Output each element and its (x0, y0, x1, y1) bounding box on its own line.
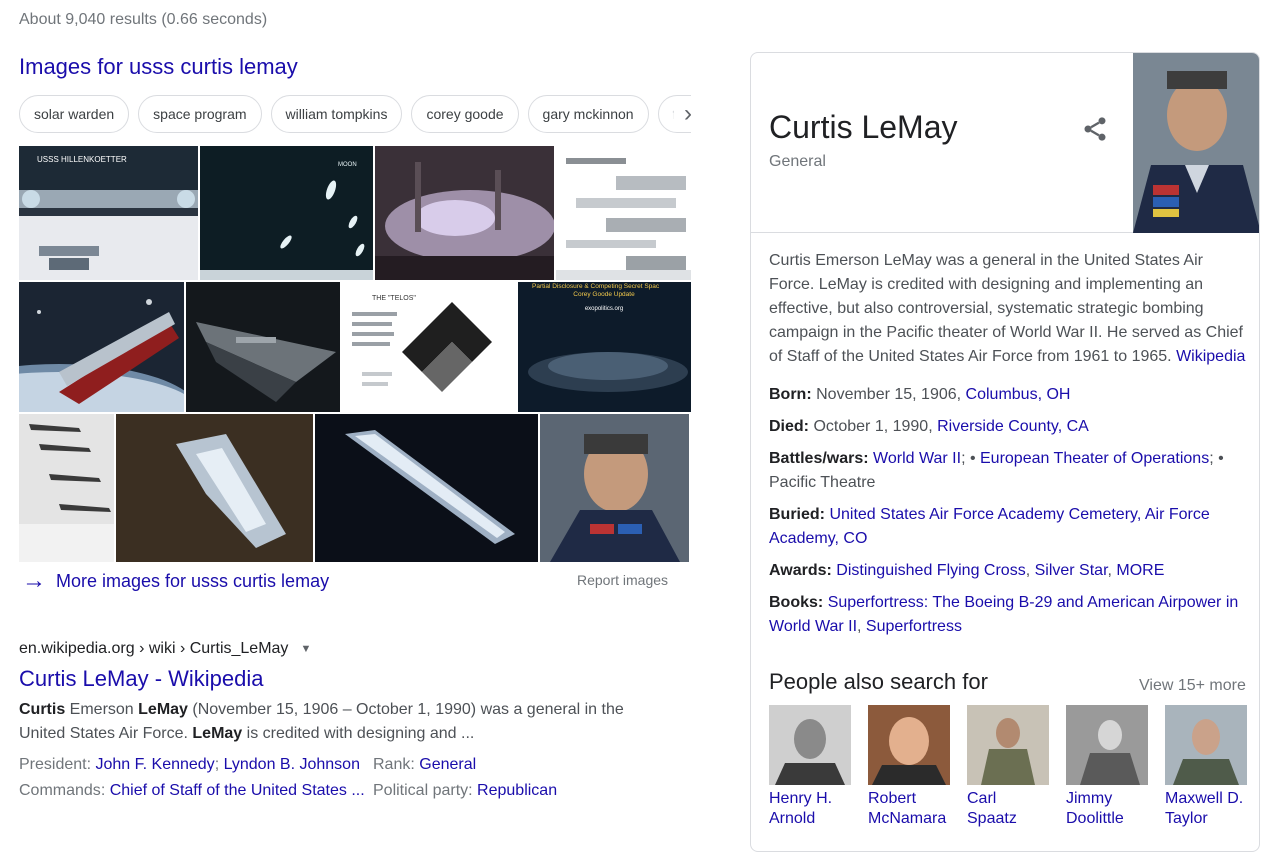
link-european-theater[interactable]: European Theater of Operations (980, 450, 1209, 467)
result-title-link[interactable]: Curtis LeMay - Wikipedia (19, 666, 264, 692)
tile-caption: MOON (338, 162, 357, 168)
link-awards-more[interactable]: MORE (1116, 562, 1164, 579)
fact-born: Born: November 15, 1906, Columbus, OH (769, 386, 1071, 403)
person-name: Robert McNamara (868, 790, 947, 827)
result-facts: President: John F. Kennedy; Lyndon B. Jo… (19, 752, 557, 804)
link-riverside-county-ca[interactable]: Riverside County, CA (937, 418, 1089, 435)
tile-caption: USSS HILLENKOETTER (37, 155, 127, 164)
caret-down-icon[interactable]: ▼ (300, 643, 311, 655)
result-cite-text: en.wikipedia.org › wiki › Curtis_LeMay (19, 640, 289, 657)
fact-president: President: John F. Kennedy; Lyndon B. Jo… (19, 756, 360, 773)
fact-battles-wars: Battles/wars: World War II; • European T… (769, 450, 1224, 491)
image-filter-chips: solar warden space program william tompk… (19, 94, 691, 134)
image-thumbnail[interactable]: MOON (200, 146, 373, 280)
knowledge-panel: Curtis LeMay General Curtis Emerson LeMa… (750, 52, 1260, 852)
image-thumbnail[interactable] (19, 282, 184, 412)
people-also-search-list: Henry H. Arnold Robert McNamara Carl Spa… (769, 705, 1247, 829)
fact-died: Died: October 1, 1990, Riverside County,… (769, 418, 1089, 435)
more-images-link[interactable]: → More images for usss curtis lemay (22, 569, 329, 593)
fact-rank: Rank: General (373, 756, 477, 773)
tile-caption: Partial Disclosure & Competing Secret Sp… (532, 283, 660, 290)
results-stats: About 9,040 results (0.66 seconds) (19, 11, 268, 28)
person-name: Maxwell D. Taylor (1165, 790, 1244, 827)
fact-buried: Buried: United States Air Force Academy … (769, 506, 1210, 547)
image-thumbnail[interactable]: THE "TELOS" (342, 282, 516, 412)
knowledge-panel-facts: Born: November 15, 1906, Columbus, OH Di… (769, 383, 1249, 647)
chip-space-program[interactable]: space program (138, 95, 262, 133)
person-photo (967, 705, 1049, 785)
link-usafa-cemetery[interactable]: United States Air Force Academy Cemetery… (769, 506, 1210, 547)
link-book-superfortress[interactable]: Superfortress (866, 618, 962, 635)
view-more-link[interactable]: View 15+ more (1139, 677, 1246, 695)
knowledge-panel-description: Curtis Emerson LeMay was a general in th… (769, 252, 1246, 365)
link-republican[interactable]: Republican (477, 782, 557, 799)
fact-political-party: Political party: Republican (373, 782, 558, 799)
image-thumbnail[interactable]: USSS HILLENKOETTER (19, 146, 198, 280)
image-thumbnail[interactable] (540, 414, 689, 562)
person-card-carl-spaatz[interactable]: Carl Spaatz (967, 705, 1049, 829)
report-images-link[interactable]: Report images (577, 572, 668, 588)
fact-awards: Awards: Distinguished Flying Cross, Silv… (769, 562, 1165, 579)
link-lyndon-b-johnson[interactable]: Lyndon B. Johnson (224, 756, 360, 773)
person-card-henry-arnold[interactable]: Henry H. Arnold (769, 705, 851, 829)
image-thumbnail[interactable] (315, 414, 538, 562)
people-also-search-heading: People also search for (769, 669, 988, 694)
wikipedia-link[interactable]: Wikipedia (1176, 348, 1245, 365)
person-card-maxwell-taylor[interactable]: Maxwell D. Taylor (1165, 705, 1247, 829)
image-thumbnail[interactable] (556, 146, 691, 280)
person-card-robert-mcnamara[interactable]: Robert McNamara (868, 705, 950, 829)
tile-caption: Corey Goode Update (573, 291, 635, 298)
person-name: Jimmy Doolittle (1066, 790, 1124, 827)
image-thumbnail[interactable] (186, 282, 340, 412)
link-book-superfortress-boeing[interactable]: Superfortress: The Boeing B-29 and Ameri… (769, 594, 1238, 635)
chevron-right-icon[interactable]: › (674, 100, 702, 128)
person-card-jimmy-doolittle[interactable]: Jimmy Doolittle (1066, 705, 1148, 829)
person-photo (868, 705, 950, 785)
link-distinguished-flying-cross[interactable]: Distinguished Flying Cross (836, 562, 1025, 579)
share-icon[interactable] (1081, 115, 1109, 143)
result-cite: en.wikipedia.org › wiki › Curtis_LeMay ▼ (19, 640, 311, 658)
person-photo (769, 705, 851, 785)
knowledge-panel-title: Curtis LeMay (769, 109, 958, 145)
person-photo (1165, 705, 1247, 785)
person-name: Carl Spaatz (967, 790, 1017, 827)
chip-gary-mckinnon[interactable]: gary mckinnon (527, 95, 649, 133)
link-commands[interactable]: Chief of Staff of the United States ... (110, 782, 365, 799)
person-name: Henry H. Arnold (769, 790, 833, 827)
link-columbus-oh[interactable]: Columbus, OH (966, 386, 1071, 403)
result-snippet: Curtis Emerson LeMay (November 15, 1906 … (19, 701, 624, 742)
arrow-right-icon: → (22, 567, 46, 594)
link-rank-general[interactable]: General (419, 756, 476, 773)
link-silver-star[interactable]: Silver Star (1035, 562, 1108, 579)
link-john-f-kennedy[interactable]: John F. Kennedy (95, 756, 214, 773)
link-world-war-ii[interactable]: World War II (873, 450, 961, 467)
tile-caption: exopolitics.org (585, 306, 623, 312)
image-thumbnail[interactable]: Partial Disclosure & Competing Secret Sp… (518, 282, 691, 412)
images-heading-link[interactable]: Images for usss curtis lemay (19, 54, 298, 80)
image-thumbnail[interactable] (375, 146, 554, 280)
chip-william-tompkins[interactable]: william tompkins (270, 95, 403, 133)
image-thumbnail[interactable] (19, 414, 114, 562)
more-images-label: More images for usss curtis lemay (56, 570, 330, 591)
knowledge-panel-header: Curtis LeMay General (751, 53, 1259, 233)
chip-solar-warden[interactable]: solar warden (19, 95, 130, 133)
chip-corey-goode[interactable]: corey goode (411, 95, 519, 133)
image-thumbnail[interactable] (116, 414, 313, 562)
person-photo (1066, 705, 1148, 785)
fact-commands: Commands: Chief of Staff of the United S… (19, 782, 365, 799)
tile-caption: THE "TELOS" (372, 295, 416, 302)
fact-books: Books: Superfortress: The Boeing B-29 an… (769, 594, 1239, 635)
knowledge-panel-subtitle: General (769, 153, 826, 170)
knowledge-panel-photo[interactable] (1133, 53, 1259, 233)
